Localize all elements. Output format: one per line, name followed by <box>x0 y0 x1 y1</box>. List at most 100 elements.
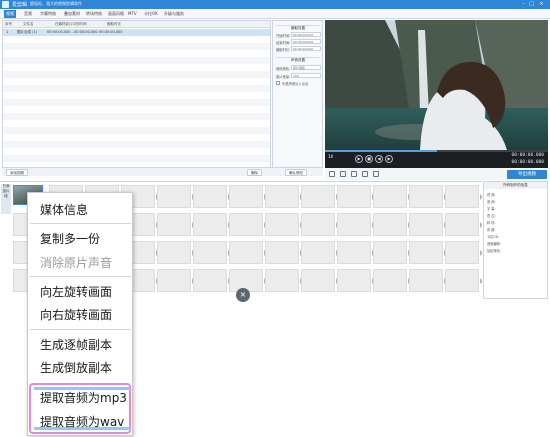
timeline-slot[interactable] <box>157 269 191 292</box>
timeline-slot[interactable] <box>193 185 227 208</box>
table-row <box>3 57 270 64</box>
timeline-slot[interactable] <box>337 269 371 292</box>
main-tab-bar: 视频 音频 字幕特效 叠加素材 转场特效 画面风格 MTV 卡拉OK 升级与服务 <box>0 9 550 19</box>
tab-audio[interactable]: 音频 <box>22 10 34 18</box>
table-row <box>3 43 270 50</box>
app-subtitle: 超轻松、强大的视频剪辑软件 <box>30 1 82 6</box>
transition-arrow-icon[interactable] <box>480 194 482 200</box>
tab-style[interactable]: 画面风格 <box>106 10 126 18</box>
prev-frame-icon[interactable]: ◀ <box>375 155 383 163</box>
playback-speed[interactable]: 1X <box>328 154 333 159</box>
menu-item-duplicate[interactable]: 复制多一份 <box>40 230 100 247</box>
timeline-slot[interactable] <box>445 241 479 264</box>
clip-list-header: 序号 文件名 在最终影片中的时间 截取时长 <box>3 21 270 28</box>
tab-transition[interactable]: 转场特效 <box>84 10 104 18</box>
header-time: 在最终影片中的时间 <box>55 22 87 26</box>
save-icon[interactable] <box>362 171 368 177</box>
stop-icon[interactable]: ■ <box>365 155 373 163</box>
table-row <box>3 141 270 148</box>
tab-mtv[interactable]: MTV <box>126 10 139 18</box>
timeline-slot[interactable] <box>409 241 443 264</box>
timeline-slot[interactable] <box>337 241 371 264</box>
clip-row-selected[interactable]: 1 图片合成 (1) 00:00:00.000 - 00:00:00.000 0… <box>3 29 270 36</box>
timeline-slot[interactable] <box>301 213 335 236</box>
export-video-button[interactable]: 导出视频 <box>507 170 547 179</box>
transition-arrow-icon[interactable] <box>480 222 482 228</box>
menu-item-rotate-left[interactable]: 向左旋转画面 <box>40 283 112 300</box>
crop-icon[interactable] <box>329 171 335 177</box>
timeline-slot[interactable] <box>445 213 479 236</box>
delete-button[interactable]: 删除 <box>247 169 262 176</box>
maximize-icon[interactable]: □ <box>528 1 535 7</box>
timeline-slot[interactable] <box>193 269 227 292</box>
tab-video[interactable]: 视频 <box>4 10 16 18</box>
tab-upgrade[interactable]: 升级与服务 <box>162 10 186 18</box>
timeline-slot[interactable] <box>373 241 407 264</box>
film-icon[interactable] <box>351 171 357 177</box>
timeline-slot[interactable] <box>373 269 407 292</box>
close-icon[interactable]: × <box>538 1 545 7</box>
tab-overlay[interactable]: 叠加素材 <box>62 10 82 18</box>
timeline-slot[interactable] <box>265 241 299 264</box>
menu-item-extract-wav[interactable]: 提取音频为wav <box>40 413 124 430</box>
timeline-slot[interactable] <box>445 269 479 292</box>
playback-progress[interactable] <box>325 150 548 152</box>
timeline-slot[interactable] <box>337 213 371 236</box>
timeline-slot[interactable] <box>301 185 335 208</box>
timeline-slot[interactable] <box>265 213 299 236</box>
timeline-slot[interactable] <box>157 241 191 264</box>
add-video-button[interactable]: 添加视频 <box>6 169 28 176</box>
timeline-slot[interactable] <box>265 269 299 292</box>
clip-settings-title: 截取设置 <box>276 25 320 31</box>
share-icon[interactable] <box>373 171 379 177</box>
minimize-icon[interactable]: – <box>520 1 527 7</box>
tab-subtitle-effects[interactable]: 字幕特效 <box>38 10 58 18</box>
volume-field[interactable]: 100 <box>291 73 321 78</box>
timeline-slot[interactable] <box>373 185 407 208</box>
timeline-slot[interactable] <box>229 241 263 264</box>
timeline-slot[interactable] <box>445 185 479 208</box>
remove-clip-icon[interactable]: × <box>236 288 250 302</box>
confirm-button[interactable]: 确认修改 <box>285 169 307 176</box>
progress-fill <box>325 150 437 152</box>
timeline-slot[interactable] <box>157 185 191 208</box>
video-preview[interactable] <box>325 20 548 150</box>
info-line: 风 格： <box>487 228 498 232</box>
menu-item-rotate-right[interactable]: 向右旋转画面 <box>40 306 112 323</box>
timeline-slot[interactable] <box>265 185 299 208</box>
timeline-slot[interactable] <box>337 185 371 208</box>
duration-field[interactable]: 00:00:00.000 <box>291 46 321 51</box>
timeline-slot[interactable] <box>229 185 263 208</box>
menu-item-reverse-copy[interactable]: 生成倒放副本 <box>40 359 112 376</box>
info-line: 叠 加： <box>487 214 498 218</box>
fade-checkbox[interactable] <box>276 81 280 85</box>
timeline-slot[interactable] <box>409 269 443 292</box>
row-index: 1 <box>6 30 9 34</box>
timeline-slot[interactable] <box>301 269 335 292</box>
next-frame-icon[interactable]: ▶ <box>385 155 393 163</box>
folder-icon[interactable] <box>340 171 346 177</box>
timeline-slot[interactable] <box>409 185 443 208</box>
tab-karaoke[interactable]: 卡拉OK <box>142 10 160 18</box>
start-time-field[interactable]: 00:00:00.000 <box>291 32 321 37</box>
transition-arrow-icon[interactable] <box>480 250 482 256</box>
menu-item-frame-copy[interactable]: 生成逐帧副本 <box>40 336 112 353</box>
timeline-slot[interactable] <box>193 213 227 236</box>
menu-item-media-info[interactable]: 媒体信息 <box>40 201 88 218</box>
timeline-slot[interactable] <box>409 213 443 236</box>
timeline-slot[interactable] <box>157 213 191 236</box>
transition-arrow-icon[interactable] <box>480 278 482 284</box>
preview-image <box>325 20 548 150</box>
timeline-slot[interactable] <box>373 213 407 236</box>
menu-item-extract-mp3[interactable]: 提取音频为mp3 <box>40 389 127 406</box>
timeline-slot[interactable] <box>229 213 263 236</box>
timeline-slot[interactable] <box>301 241 335 264</box>
play-icon[interactable]: ▶ <box>355 155 363 163</box>
info-line: 音 频： <box>487 200 498 204</box>
timeline-slot[interactable] <box>193 241 227 264</box>
info-line: 视 频： <box>487 193 498 197</box>
menu-item-mute-original[interactable]: 消除原片声音 <box>40 254 112 271</box>
end-time-field[interactable]: 00:00:00.000 <box>291 39 321 44</box>
header-duration: 截取时长 <box>107 22 121 26</box>
track-select[interactable]: 原片音轨 <box>291 65 321 70</box>
